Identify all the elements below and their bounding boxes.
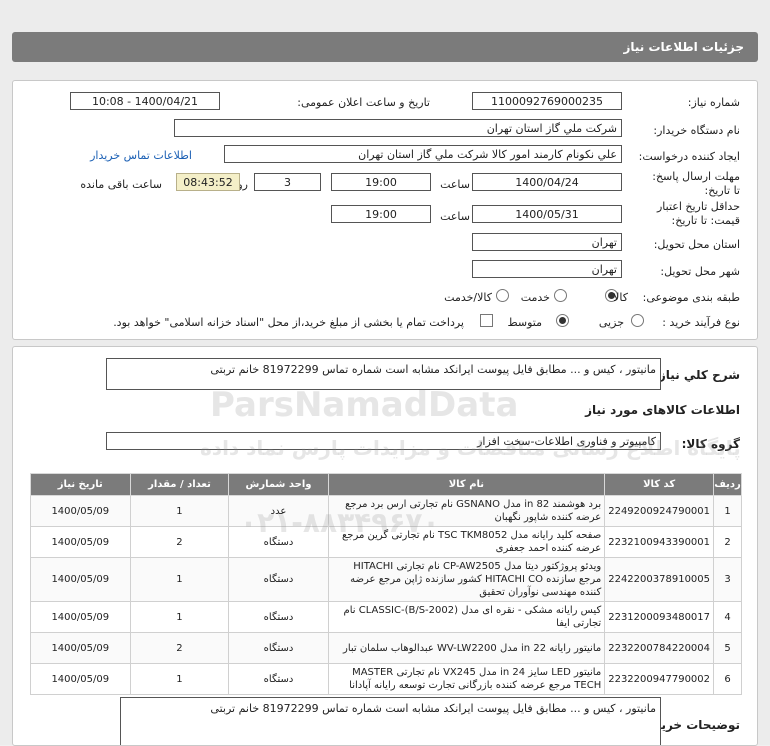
validity-label: حداقل تاریخ اعتبار قیمت: تا تاریخ: — [656, 200, 740, 227]
cell-qty: 1 — [129, 663, 230, 695]
deadline-date-field: 1400/04/24 — [472, 173, 622, 191]
validity-time-field: 19:00 — [331, 205, 431, 223]
cell-unit: دستگاه — [228, 663, 329, 695]
cell-code: 2242200378910005 — [604, 557, 715, 602]
goods-section-title: اطلاعات کالاهای مورد نیاز — [585, 403, 740, 417]
cell-unit: دستگاه — [228, 526, 329, 558]
cell-unit: عدد — [228, 495, 329, 527]
cell-code: 2231200093480017 — [604, 601, 715, 633]
city-label: شهر محل تحویل: — [660, 265, 740, 278]
col-date: تاریخ نیاز — [30, 473, 131, 496]
table-row: 5 2232200784220004 مانیتور رایانه 22 in … — [30, 632, 742, 664]
table-row: 1 2249200924790001 برد هوشمند 82 in مدل … — [30, 495, 742, 527]
remaining-time-field: 08:43:52 — [176, 173, 240, 191]
cell-name: برد هوشمند 82 in مدل GSNANO نام تجارتی ا… — [327, 495, 606, 527]
announce-label: تاریخ و ساعت اعلان عمومی: — [297, 96, 430, 109]
cell-qty: 1 — [129, 557, 230, 602]
cell-qty: 2 — [129, 632, 230, 664]
page-title: جزئیات اطلاعات نیاز — [12, 32, 758, 62]
cell-name: ویدئو پروژکتور دیتا مدل CP-AW2505 نام تج… — [327, 557, 606, 602]
cell-unit: دستگاه — [228, 632, 329, 664]
buyer-label: نام دستگاه خریدار: — [653, 124, 740, 137]
table-row: 4 2231200093480017 کیس رایانه مشکی - نقر… — [30, 601, 742, 633]
cell-code: 2232200784220004 — [604, 632, 715, 664]
process-medium-radio[interactable] — [556, 314, 569, 327]
deadline-label: مهلت ارسال پاسخ: تا تاریخ: — [652, 170, 740, 197]
cell-code: 2232200947790002 — [604, 663, 715, 695]
summary-field: مانیتور ، کیس و ... مطابق فایل پیوست ایر… — [106, 358, 661, 390]
category-both-radio[interactable] — [496, 289, 509, 302]
cell-row: 3 — [713, 557, 742, 602]
table-row: 3 2242200378910005 ویدئو پروژکتور دیتا م… — [30, 557, 742, 602]
cell-row: 2 — [713, 526, 742, 558]
need-number-field: 1100092769000235 — [472, 92, 622, 110]
cell-qty: 2 — [129, 526, 230, 558]
cell-row: 6 — [713, 663, 742, 695]
cell-name: صفحه کلید رایانه مدل TSC TKM8052 نام تجا… — [327, 526, 606, 558]
cell-date: 1400/05/09 — [30, 632, 131, 664]
col-code: کد کالا — [604, 473, 715, 496]
goods-table: ردیف کد کالا نام کالا واحد شمارش تعداد /… — [30, 473, 742, 695]
category-goods-label: کالا — [613, 291, 628, 304]
summary-label: شرح کلي نیاز: — [654, 368, 740, 382]
creator-field: علي نکونام کارمند امور کالا شرکت ملي گاز… — [224, 145, 622, 163]
col-row: ردیف — [713, 473, 742, 496]
page: جزئیات اطلاعات نیاز شماره نیاز: 11000927… — [0, 0, 770, 746]
cell-code: 2232100943390001 — [604, 526, 715, 558]
buyer-field: شرکت ملي گاز استان تهران — [174, 119, 622, 137]
cell-date: 1400/05/09 — [30, 526, 131, 558]
process-partial-radio[interactable] — [631, 314, 644, 327]
cell-date: 1400/05/09 — [30, 495, 131, 527]
category-label: طبقه بندی موضوعی: — [642, 291, 740, 304]
cell-date: 1400/05/09 — [30, 601, 131, 633]
category-service-label: خدمت — [520, 291, 550, 304]
table-row: 6 2232200947790002 مانیتور LED سایز 24 i… — [30, 663, 742, 695]
deadline-time-field: 19:00 — [331, 173, 431, 191]
cell-qty: 1 — [129, 495, 230, 527]
process-medium-label: متوسط — [507, 316, 542, 329]
cell-unit: دستگاه — [228, 557, 329, 602]
category-service-radio[interactable] — [554, 289, 567, 302]
buyer-contact-link[interactable]: اطلاعات تماس خریدار — [90, 149, 192, 162]
col-unit: واحد شمارش — [228, 473, 329, 496]
goods-table-header: ردیف کد کالا نام کالا واحد شمارش تعداد /… — [30, 473, 742, 496]
col-qty: تعداد / مقدار — [129, 473, 230, 496]
cell-date: 1400/05/09 — [30, 663, 131, 695]
days-field: 3 — [254, 173, 321, 191]
treasury-payment-checkbox[interactable] — [480, 314, 493, 327]
col-name: نام کالا — [327, 473, 606, 496]
buyer-notes-field: مانیتور ، کیس و ... مطابق فایل پیوست ایر… — [120, 697, 661, 745]
deadline-time-label: ساعت — [440, 178, 470, 191]
cell-qty: 1 — [129, 601, 230, 633]
cell-name: کیس رایانه مشکی - نقره ای مدل (CLASSIC-(… — [327, 601, 606, 633]
need-number-label: شماره نیاز: — [687, 96, 740, 109]
process-label: نوع فرآیند خرید : — [662, 316, 740, 329]
table-row: 2 2232100943390001 صفحه کلید رایانه مدل … — [30, 526, 742, 558]
cell-date: 1400/05/09 — [30, 557, 131, 602]
goods-group-label: گروه کالا: — [681, 437, 740, 451]
province-label: استان محل تحویل: — [653, 238, 740, 251]
cell-name: مانیتور رایانه 22 in مدل WV-LW2200 عبدال… — [327, 632, 606, 664]
announce-field: 1400/04/21 - 10:08 — [70, 92, 220, 110]
remaining-label: ساعت باقی مانده — [80, 178, 162, 191]
process-partial-label: جزیی — [598, 316, 624, 329]
validity-time-label: ساعت — [440, 210, 470, 223]
province-field: تهران — [472, 233, 622, 251]
cell-unit: دستگاه — [228, 601, 329, 633]
cell-name: مانیتور LED سایز 24 in مدل VX245 نام تجا… — [327, 663, 606, 695]
cell-row: 4 — [713, 601, 742, 633]
cell-row: 5 — [713, 632, 742, 664]
cell-row: 1 — [713, 495, 742, 527]
treasury-payment-note: پرداخت تمام یا بخشی از مبلغ خرید،از محل … — [113, 316, 464, 329]
cell-code: 2249200924790001 — [604, 495, 715, 527]
validity-date-field: 1400/05/31 — [472, 205, 622, 223]
creator-label: ایجاد کننده درخواست: — [638, 150, 740, 163]
city-field: تهران — [472, 260, 622, 278]
goods-group-field: کامپیوتر و فناوری اطلاعات-سخت افزار — [106, 432, 661, 450]
category-both-label: کالا/خدمت — [444, 291, 492, 304]
